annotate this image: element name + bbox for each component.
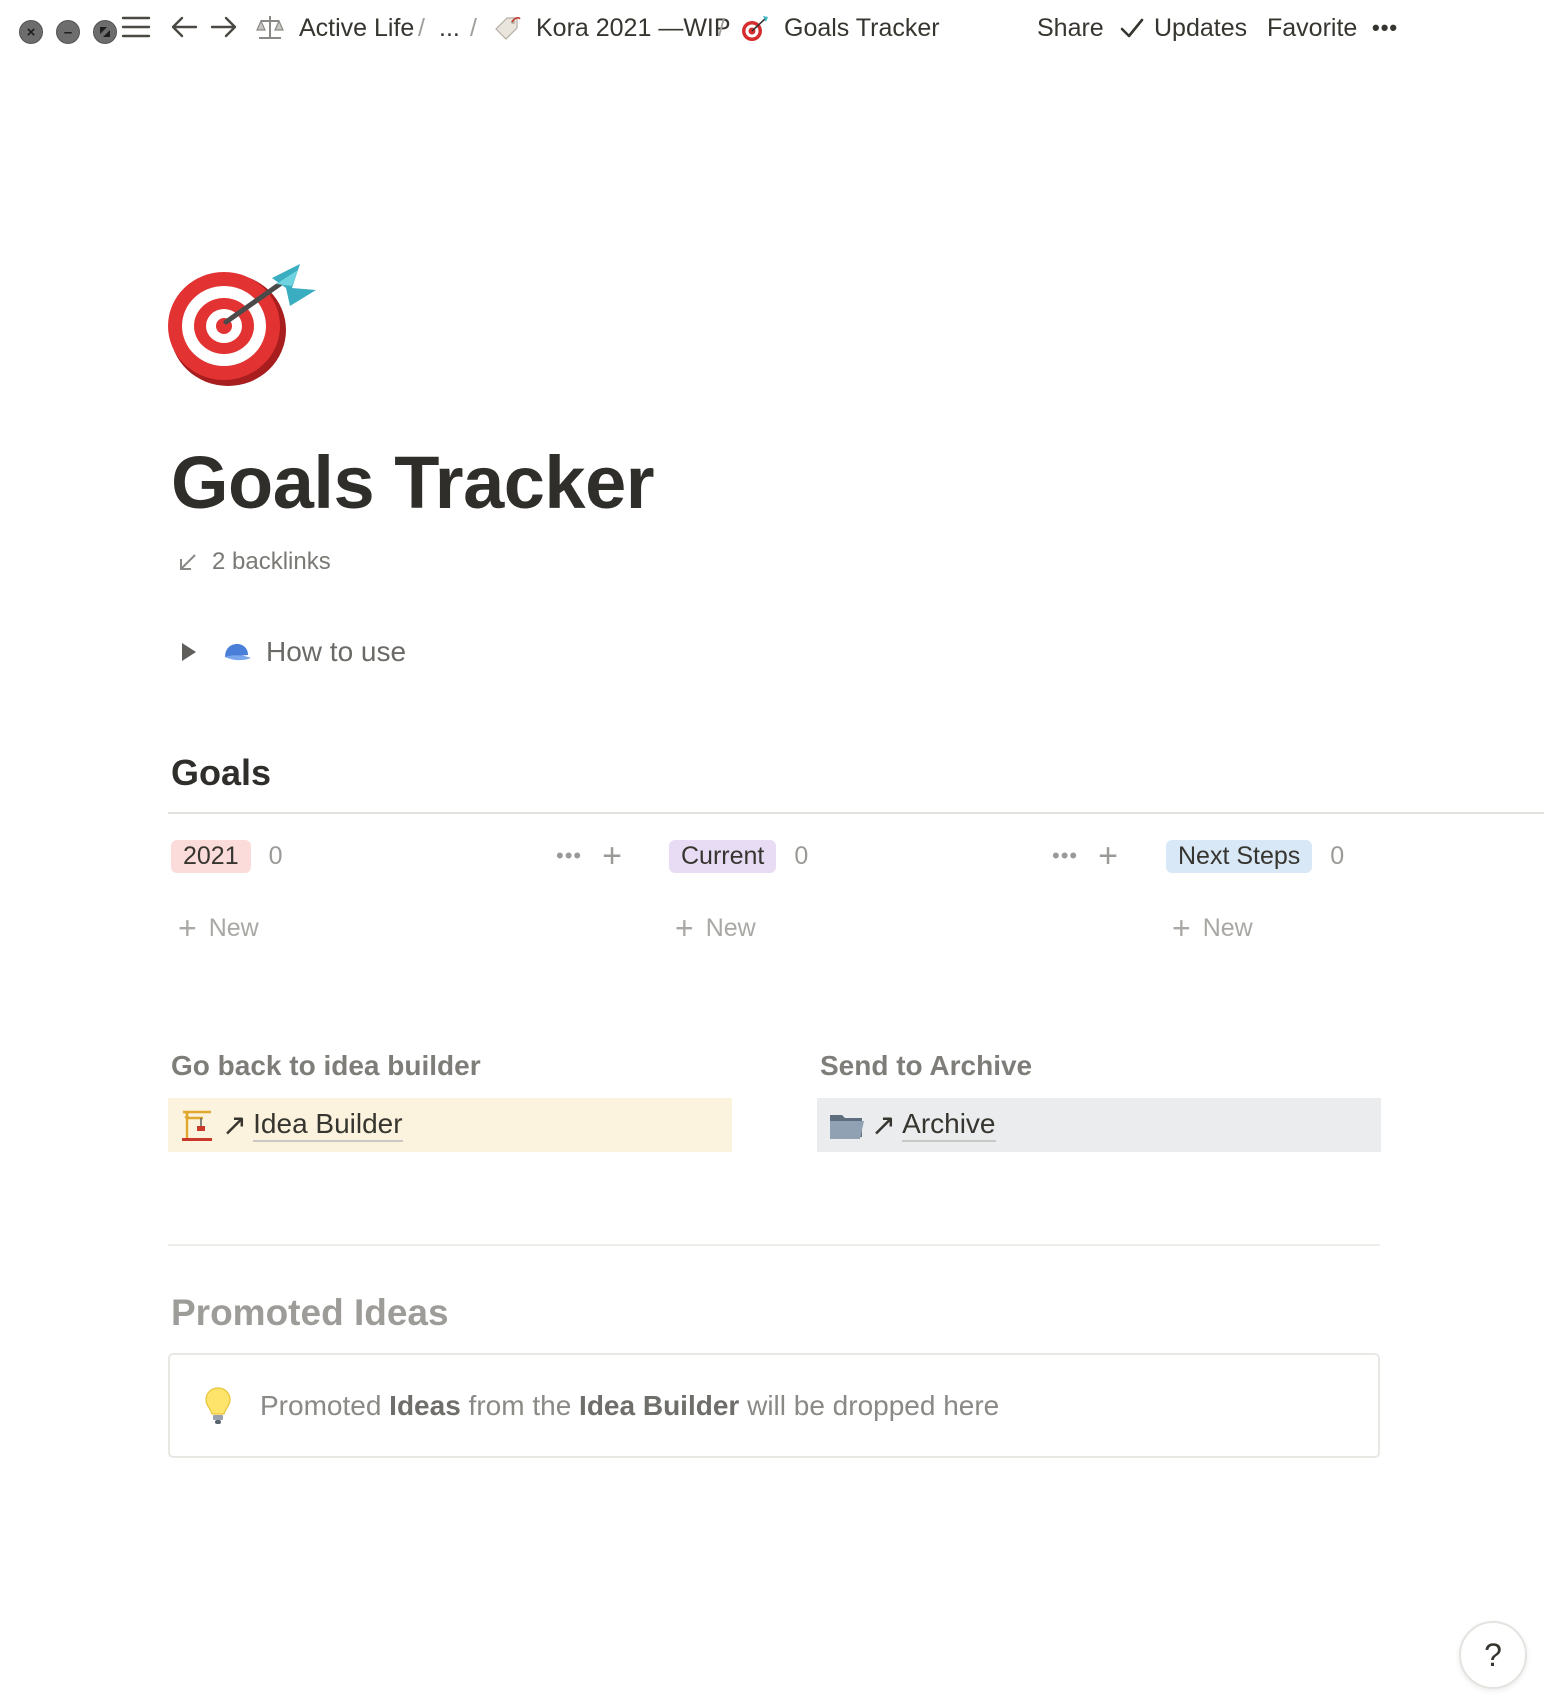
how-to-use-toggle[interactable]: How to use — [178, 632, 406, 672]
plus-icon: + — [178, 910, 197, 946]
archive-link[interactable]: ↗ Archive — [817, 1098, 1381, 1152]
column-add-button[interactable]: + — [602, 839, 622, 873]
link-label: Archive — [902, 1108, 996, 1143]
new-card-label: New — [1202, 913, 1253, 942]
breadcrumb-separator: / — [718, 13, 725, 42]
direct-hit-icon — [740, 13, 770, 43]
share-button[interactable]: Share — [1037, 10, 1104, 46]
help-button[interactable]: ? — [1459, 1621, 1527, 1689]
billed-cap-icon — [222, 641, 252, 663]
callout-bold-idea-builder: Idea Builder — [579, 1389, 740, 1421]
checkmark-icon — [1120, 18, 1144, 38]
column-tag[interactable]: 2021 — [171, 839, 251, 873]
promoted-ideas-heading[interactable]: Promoted Ideas — [171, 1292, 449, 1334]
board-column-next-steps[interactable]: Next Steps 0 — [1166, 836, 1344, 876]
price-tag-icon — [492, 13, 522, 43]
backlinks-link[interactable]: 2 backlinks — [178, 545, 331, 579]
close-icon[interactable]: × — [19, 20, 43, 44]
callout-text-part: from the — [460, 1389, 580, 1421]
new-card-label: New — [705, 913, 756, 942]
balance-scale-icon — [255, 13, 285, 43]
updates-label: Updates — [1154, 13, 1248, 42]
board-column-2021[interactable]: 2021 0 — [171, 836, 283, 876]
column-actions: ••• + — [1052, 838, 1118, 874]
column-count: 0 — [268, 841, 283, 870]
column-menu-button[interactable]: ••• — [1052, 843, 1078, 869]
forward-arrow-icon[interactable] — [208, 12, 240, 42]
breadcrumb-separator: / — [418, 13, 425, 42]
light-bulb-icon — [198, 1384, 238, 1428]
fullscreen-icon[interactable] — [93, 20, 117, 44]
updates-button[interactable]: Updates — [1120, 10, 1247, 46]
column-tag[interactable]: Current — [669, 839, 777, 873]
goals-heading[interactable]: Goals — [171, 752, 271, 794]
top-bar: × – Active Life / ... / Kora 2021 —WIP /… — [0, 0, 1544, 56]
column-actions: ••• + — [556, 838, 622, 874]
board-column-current[interactable]: Current 0 — [669, 836, 808, 876]
plus-icon: + — [1172, 910, 1191, 946]
promoted-ideas-callout[interactable]: Promoted Ideas from the Idea Builder wil… — [168, 1353, 1380, 1458]
breadcrumb-label: Active Life — [299, 13, 415, 42]
link-arrow-icon: ↗ — [222, 1108, 248, 1142]
callout-bold-ideas: Ideas — [389, 1389, 461, 1421]
favorite-button[interactable]: Favorite — [1267, 10, 1357, 46]
new-card-label: New — [208, 913, 259, 942]
idea-builder-link[interactable]: ↗ Idea Builder — [168, 1098, 732, 1152]
breadcrumb-label: Goals Tracker — [784, 13, 940, 42]
toggle-label: How to use — [266, 636, 407, 667]
column-menu-button[interactable]: ••• — [556, 843, 582, 869]
breadcrumb-item-active-life[interactable]: Active Life — [255, 10, 414, 46]
link-label: Idea Builder — [253, 1108, 403, 1143]
idea-builder-heading[interactable]: Go back to idea builder — [171, 1050, 481, 1082]
breadcrumb-item-goals-tracker[interactable]: Goals Tracker — [740, 10, 940, 46]
archive-heading[interactable]: Send to Archive — [820, 1050, 1032, 1082]
section-divider — [168, 1244, 1380, 1246]
column-tag[interactable]: Next Steps — [1166, 839, 1313, 873]
page-icon[interactable] — [168, 258, 318, 388]
link-arrow-icon: ↗ — [871, 1108, 897, 1142]
column-add-button[interactable]: + — [1098, 839, 1118, 873]
back-arrow-icon[interactable] — [168, 12, 200, 42]
backlink-arrow-icon — [180, 554, 196, 570]
callout-text-part: Promoted — [260, 1389, 390, 1421]
direct-hit-icon — [168, 264, 316, 386]
breadcrumb-item-kora-2021[interactable]: Kora 2021 —WIP — [492, 10, 731, 46]
breadcrumb-separator: / — [470, 13, 477, 42]
plus-icon: + — [675, 910, 694, 946]
new-card-button[interactable]: + New — [1172, 908, 1253, 948]
callout-text: Promoted Ideas from the Idea Builder wil… — [260, 1390, 999, 1422]
toggle-triangle-icon[interactable] — [182, 643, 196, 661]
callout-text-part: will be dropped here — [739, 1389, 1000, 1421]
more-options-button[interactable]: ••• — [1372, 10, 1398, 46]
minimize-icon[interactable]: – — [56, 20, 80, 44]
breadcrumb-label: ... — [439, 13, 460, 42]
file-folder-icon — [825, 1106, 867, 1144]
breadcrumb-item-ellipsis[interactable]: ... — [439, 10, 460, 46]
building-construction-icon — [176, 1106, 218, 1144]
goals-divider — [168, 812, 1544, 814]
column-count: 0 — [1330, 841, 1345, 870]
sidebar-menu-icon[interactable] — [120, 12, 152, 42]
new-card-button[interactable]: + New — [675, 908, 756, 948]
breadcrumb-label: Kora 2021 —WIP — [536, 13, 731, 42]
column-count: 0 — [794, 841, 809, 870]
new-card-button[interactable]: + New — [178, 908, 259, 948]
backlinks-label: 2 backlinks — [212, 548, 331, 575]
page-title[interactable]: Goals Tracker — [171, 440, 655, 525]
